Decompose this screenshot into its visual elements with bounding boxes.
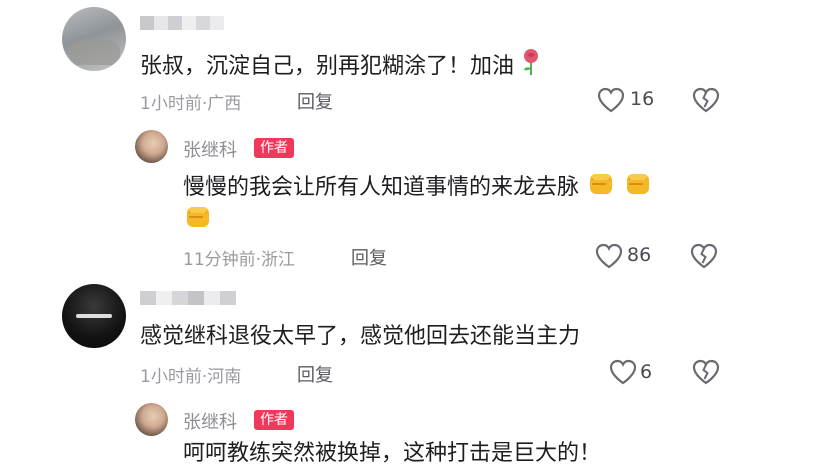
reply-button[interactable]: 回复 [297,361,333,387]
like-count: 86 [627,244,652,266]
author-avatar[interactable] [135,130,168,163]
comment-meta: 1小时前·广西 [140,94,242,114]
comment-text: 感觉继科退役太早了，感觉他回去还能当主力 [140,324,581,349]
like-count: 6 [640,361,653,383]
comment-text: 张叔，沉淀自己，别再犯糊涂了！加油 [140,48,541,86]
author-name[interactable]: 张继科 [183,136,237,162]
rose-icon [521,48,541,86]
reply-button[interactable]: 回复 [297,88,333,114]
fist-icon [623,168,653,208]
avatar[interactable] [62,7,126,71]
fist-icon [183,201,213,235]
author-name[interactable]: 张继科 [183,408,237,434]
comment-text: 呵呵教练突然被换掉，这种打击是巨大的！ [183,441,602,466]
author-avatar[interactable] [135,403,168,436]
heart-outline-icon[interactable] [609,359,637,385]
reply-button[interactable]: 回复 [351,244,387,270]
comment-meta: 11分钟前·浙江 [183,250,296,270]
avatar[interactable] [62,284,126,348]
broken-heart-icon[interactable] [690,243,718,269]
fist-icon [586,168,616,208]
username-blurred[interactable] [140,16,224,30]
author-badge: 作者 [254,138,294,158]
heart-outline-icon[interactable] [595,243,623,269]
comment-meta: 1小时前·河南 [140,367,242,387]
username-blurred[interactable] [140,291,236,305]
broken-heart-icon[interactable] [692,359,720,385]
like-count: 16 [630,88,655,110]
comment-text: 慢慢的我会让所有人知道事情的来龙去脉 [183,168,653,208]
broken-heart-icon[interactable] [692,87,720,113]
author-badge: 作者 [254,410,294,430]
heart-outline-icon[interactable] [597,87,625,113]
